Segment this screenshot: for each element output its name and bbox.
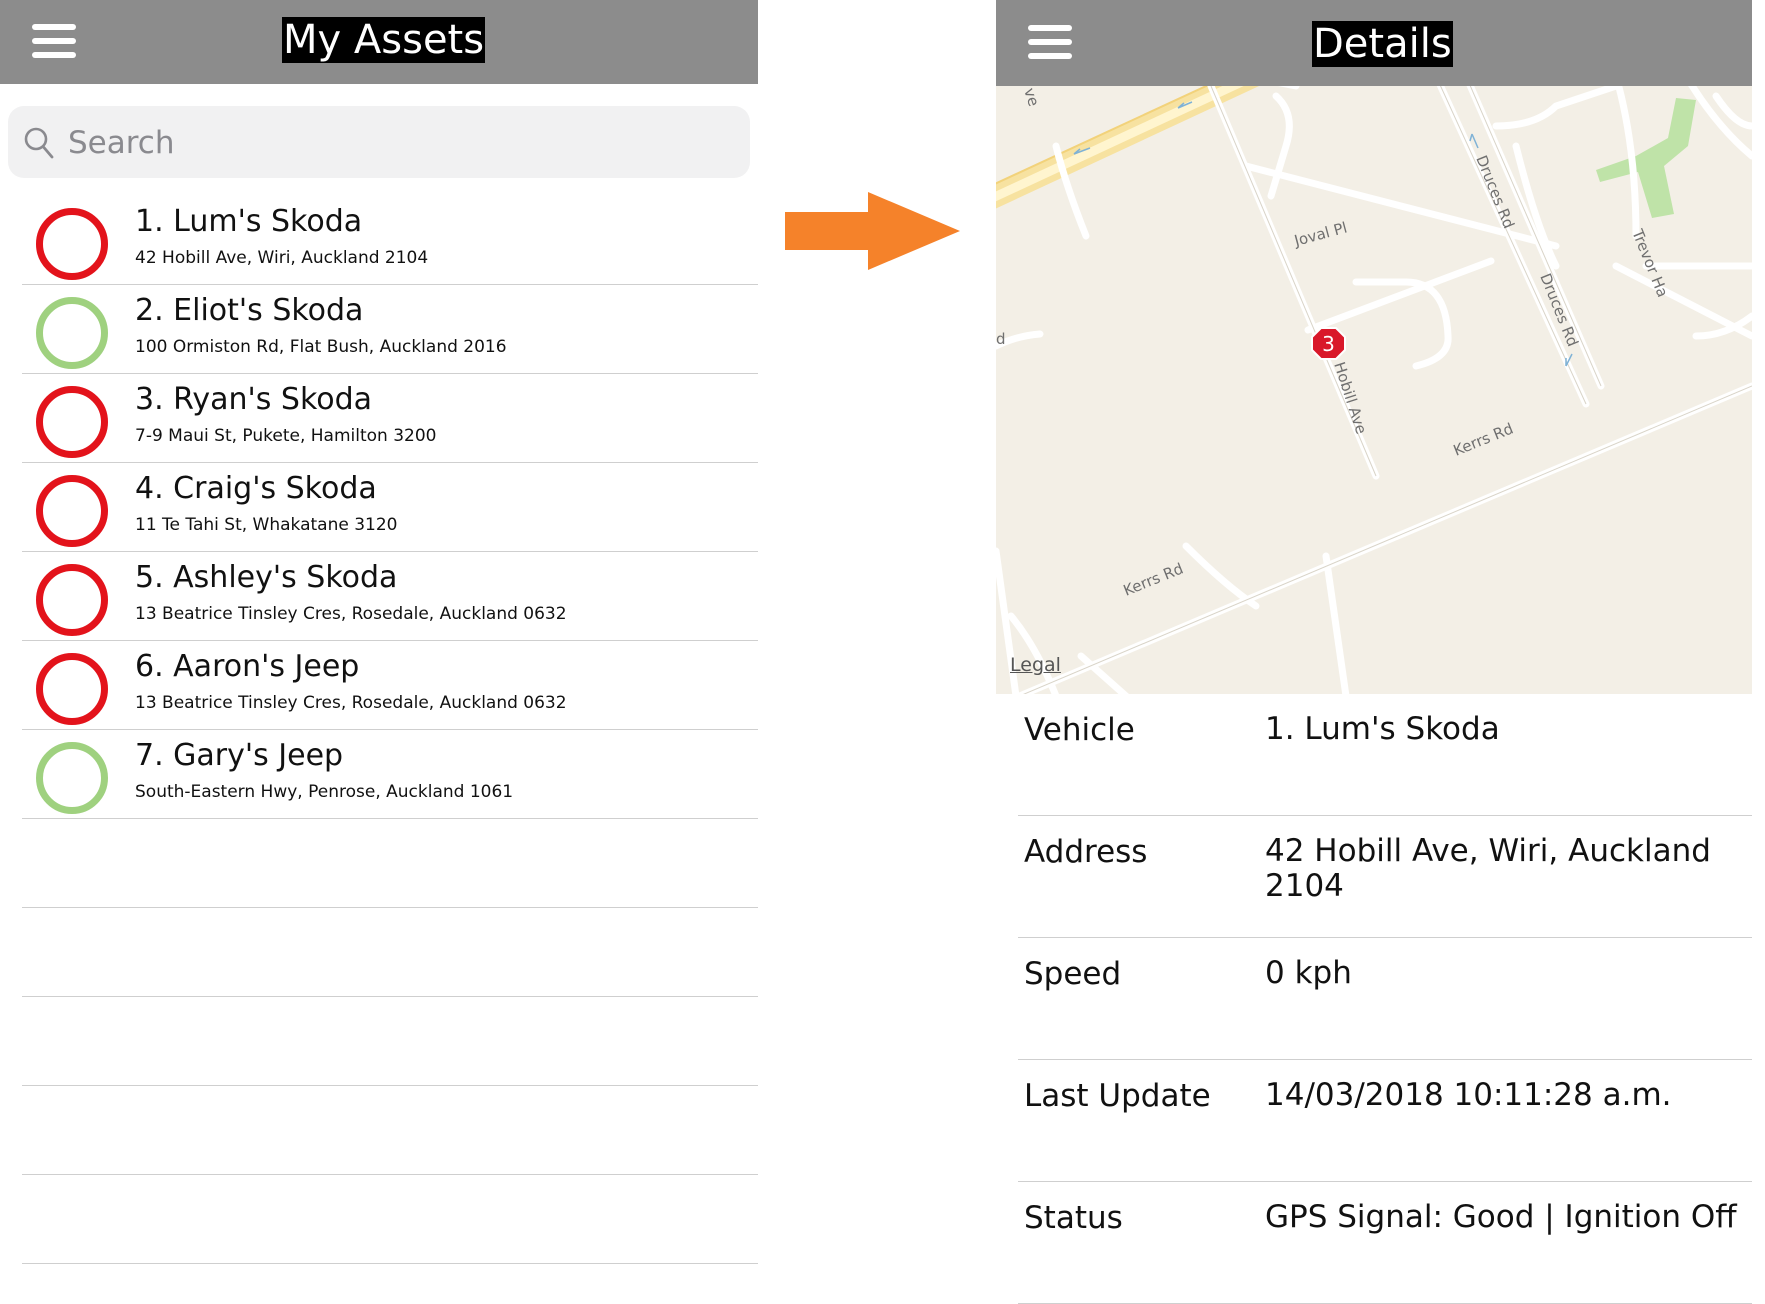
asset-name: 3. Ryan's Skoda [135,382,373,417]
road-network [996,86,1752,694]
empty-list-row [22,997,758,1086]
asset-list-item[interactable]: 3. Ryan's Skoda 7-9 Maui St, Pukete, Hami… [22,374,758,463]
status-ring-icon [36,208,108,280]
detail-value: GPS Signal: Good | Ignition Off [1265,1199,1737,1235]
road-label: ve [1020,86,1043,108]
status-ring-icon [36,386,108,458]
asset-address: South-Eastern Hwy, Penrose, Auckland 106… [135,782,514,802]
status-ring-icon [36,742,108,814]
page-title: My Assets [282,17,486,63]
asset-list-item[interactable]: 6. Aaron's Jeep 13 Beatrice Tinsley Cres,… [22,641,758,730]
details-table: Vehicle 1. Lum's Skoda Address 42 Hobill Av… [1018,694,1752,1304]
road-label: Hobill Ave [1330,360,1370,437]
asset-name: 4. Craig's Skoda [135,471,377,506]
search-input[interactable] [66,120,730,166]
road-label: d [996,330,1006,348]
detail-label: Address [1024,834,1148,870]
detail-row: Last Update 14/03/2018 10:11:28 a.m. [1018,1060,1752,1182]
road-edges [1023,86,1752,694]
asset-name: 7. Gary's Jeep [135,738,344,773]
road-label: Kerrs Rd [1451,419,1516,459]
asset-name: 2. Eliot's Skoda [135,293,364,328]
vehicle-marker[interactable]: 3 [1311,327,1346,360]
detail-value: 14/03/2018 10:11:28 a.m. [1265,1077,1672,1113]
detail-row: Status GPS Signal: Good | Ignition Off [1018,1182,1752,1304]
detail-row: Address 42 Hobill Ave, Wiri, Auckland 210… [1018,816,1752,938]
search-icon [24,127,54,159]
asset-list-item[interactable]: 7. Gary's Jeep South-Eastern Hwy, Penrose… [22,730,758,819]
hamburger-menu-icon[interactable] [32,24,76,58]
empty-list-row [22,1175,758,1264]
hamburger-menu-icon[interactable] [1028,25,1072,59]
asset-name: 5. Ashley's Skoda [135,560,398,595]
details-screen: Details Joval Pl Druces Rd Druces Rd Tre… [996,0,1752,1304]
road-label: Druces Rd [1472,153,1518,231]
road-label: Joval Pl [1291,219,1349,251]
detail-label: Last Update [1024,1078,1211,1114]
detail-value: 0 kph [1265,955,1352,991]
status-ring-icon [36,653,108,725]
detail-label: Vehicle [1024,712,1135,748]
detail-value: 1. Lum's Skoda [1265,711,1500,747]
asset-address: 7-9 Maui St, Pukete, Hamilton 3200 [135,426,437,446]
asset-list: 1. Lum's Skoda 42 Hobill Ave, Wiri, Auckl… [22,196,758,1264]
marker-label: 3 [1322,332,1335,356]
detail-label: Speed [1024,956,1122,992]
asset-list-item[interactable]: 2. Eliot's Skoda 100 Ormiston Rd, Flat Bu… [22,285,758,374]
asset-list-item[interactable]: 4. Craig's Skoda 11 Te Tahi St, Whakatane… [22,463,758,552]
assets-header-bar: My Assets [0,0,758,84]
empty-list-row [22,1086,758,1175]
empty-list-row [22,908,758,997]
detail-row: Vehicle 1. Lum's Skoda [1018,694,1752,816]
map-view[interactable]: Joval Pl Druces Rd Druces Rd Trevor Ha H… [996,86,1752,694]
asset-name: 1. Lum's Skoda [135,204,363,239]
details-header-bar: Details [996,0,1752,86]
asset-address: 13 Beatrice Tinsley Cres, Rosedale, Auck… [135,604,567,624]
asset-list-item[interactable]: 1. Lum's Skoda 42 Hobill Ave, Wiri, Auckl… [22,196,758,285]
road-label: Kerrs Rd [1121,559,1186,599]
empty-list-row [22,819,758,908]
park-area [1596,98,1696,218]
asset-address: 42 Hobill Ave, Wiri, Auckland 2104 [135,248,429,268]
assets-screen: My Assets 1. Lum's Skoda 42 Hobill Ave, W… [0,0,758,1293]
detail-row: Speed 0 kph [1018,938,1752,1060]
status-ring-icon [36,564,108,636]
asset-list-item[interactable]: 5. Ashley's Skoda 13 Beatrice Tinsley Cre… [22,552,758,641]
detail-value: 42 Hobill Ave, Wiri, Auckland 2104 [1265,833,1711,904]
search-bar[interactable] [8,106,750,178]
status-ring-icon [36,475,108,547]
detail-label: Status [1024,1200,1123,1236]
asset-name: 6. Aaron's Jeep [135,649,360,684]
asset-address: 13 Beatrice Tinsley Cres, Rosedale, Auck… [135,693,567,713]
right-arrow-icon [785,192,960,270]
asset-address: 11 Te Tahi St, Whakatane 3120 [135,515,398,535]
page-title: Details [1312,21,1453,67]
legal-link[interactable]: Legal [1010,654,1061,676]
status-ring-icon [36,297,108,369]
map-canvas: Joval Pl Druces Rd Druces Rd Trevor Ha H… [996,86,1752,694]
asset-address: 100 Ormiston Rd, Flat Bush, Auckland 201… [135,337,507,357]
